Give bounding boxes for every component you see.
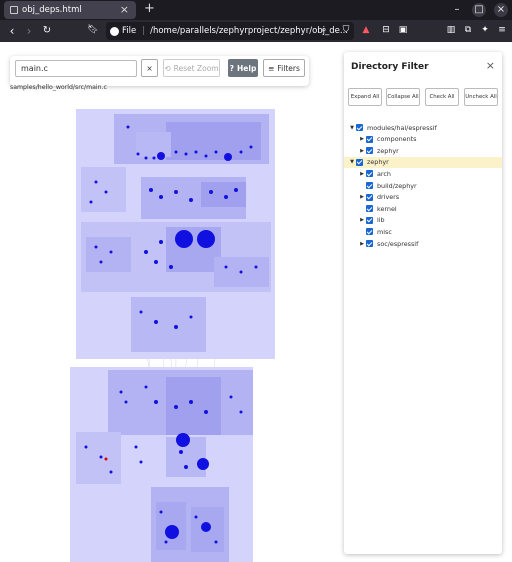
minimize-icon[interactable]: – [450, 3, 464, 17]
close-window-icon[interactable]: × [494, 3, 508, 17]
help-icon: ? [229, 63, 235, 73]
close-tab-icon[interactable]: × [120, 3, 129, 16]
maximize-icon[interactable]: □ [472, 3, 486, 17]
expand-arrow-icon[interactable]: ▶ [358, 148, 366, 154]
cluster-misc [131, 297, 206, 352]
shield-icon[interactable]: ⛉ [340, 25, 352, 35]
collapse-all-button[interactable]: Collapse All [386, 88, 420, 106]
panel-title: Directory Filter [351, 62, 429, 72]
sidebar-icon[interactable]: ▥ [445, 25, 457, 35]
tree-item[interactable]: ▶ drivers [344, 192, 502, 203]
cluster-lib [81, 167, 126, 212]
expand-arrow-icon[interactable]: ▶ [358, 194, 366, 200]
bookmark-icon[interactable]: 🔖︎ [87, 25, 99, 35]
reload-icon[interactable]: ↻ [40, 24, 54, 38]
close-panel-icon[interactable]: × [486, 59, 495, 72]
zoom-icon[interactable]: ⌕ [318, 25, 330, 35]
puzzle-icon[interactable]: ✦ [479, 25, 491, 35]
forward-icon[interactable]: › [22, 24, 36, 38]
tree-item-label: build/zephyr [377, 181, 417, 190]
tree-checkbox[interactable] [366, 147, 373, 155]
tree-item[interactable]: ▶ soc/espressif [344, 238, 502, 249]
tab-obj-deps[interactable]: obj_deps.html × [4, 1, 136, 19]
selected-file-path: samples/hello_world/src/main.c [10, 84, 107, 91]
tree-item-label: drivers [377, 193, 400, 202]
tree-item-label: kernel [377, 204, 397, 213]
tree-item[interactable]: ▶ arch [344, 168, 502, 179]
page-content: × ⟲ Reset Zoom ? Help ≡ Filters samples/… [0, 42, 512, 562]
uncheck-all-button[interactable]: Uncheck All [464, 88, 498, 106]
url-scheme: File [122, 26, 137, 36]
tab-strip: obj_deps.html × + – □ × [0, 0, 512, 20]
expand-arrow-icon[interactable]: ▶ [358, 171, 366, 177]
tree-item[interactable]: ▼ modules/hal/espressif [344, 122, 502, 133]
directory-filter-panel: Directory Filter × Expand All Collapse A… [344, 52, 502, 554]
tree-item-label: arch [377, 169, 391, 178]
expand-all-button[interactable]: Expand All [348, 88, 382, 106]
tree-item-label: components [377, 135, 417, 144]
tree-checkbox[interactable] [366, 182, 373, 189]
tree-checkbox[interactable] [366, 228, 373, 236]
tree-checkbox[interactable] [356, 158, 363, 166]
expand-arrow-icon[interactable]: ▶ [358, 241, 366, 247]
help-button[interactable]: ? Help [228, 59, 258, 77]
tree-item-label: lib [377, 216, 385, 225]
reset-zoom-button[interactable]: ⟲ Reset Zoom [163, 59, 220, 77]
cluster-drivers-serial [86, 237, 131, 272]
tree-checkbox[interactable] [366, 135, 373, 143]
tree-checkbox[interactable] [366, 205, 373, 213]
tree-item[interactable]: build/zephyr [344, 180, 502, 191]
address-bar[interactable]: File | /home/parallels/zephyrproject/zep… [106, 22, 354, 40]
navigation-toolbar: ‹ › ↻ 🔖︎ File | /home/parallels/zephyrpr… [0, 20, 512, 42]
tree-item[interactable]: ▶ zephyr [344, 145, 502, 156]
check-all-button[interactable]: Check All [425, 88, 459, 106]
tree-checkbox[interactable] [366, 216, 373, 224]
tree-item[interactable]: ▼ zephyr [344, 156, 502, 168]
file-icon [110, 26, 119, 36]
cluster-arch-inner [166, 122, 261, 160]
reset-icon: ⟲ [164, 63, 171, 73]
dependency-graph[interactable] [66, 102, 276, 562]
cluster-arch-common [136, 132, 171, 157]
tree-item-label: soc/espressif [377, 239, 419, 248]
menu-icon[interactable]: ≡ [496, 25, 508, 35]
extensions-icon[interactable]: ⧉ [462, 25, 474, 35]
tree-checkbox[interactable] [356, 124, 363, 131]
highlighted-node [104, 457, 108, 461]
tree-checkbox[interactable] [366, 170, 373, 178]
search-input[interactable] [15, 60, 137, 77]
graph-controls: × ⟲ Reset Zoom ? Help ≡ Filters [10, 56, 309, 86]
tree-checkbox[interactable] [366, 240, 373, 247]
tree-checkbox[interactable] [366, 193, 373, 201]
cluster-components-inner [166, 377, 221, 435]
tree-item[interactable]: misc [344, 226, 502, 237]
tree-item-label: zephyr [377, 146, 399, 155]
collapse-arrow-icon[interactable]: ▼ [348, 125, 356, 131]
wallet-icon[interactable]: ▣ [397, 25, 409, 35]
tree-item-label: zephyr [367, 158, 389, 167]
rewards-icon[interactable]: ▲ [360, 25, 372, 35]
filter-icon: ≡ [268, 63, 275, 73]
filters-button[interactable]: ≡ Filters [263, 59, 305, 77]
tree-item[interactable]: ▶ lib [344, 215, 502, 226]
tab-title: obj_deps.html [22, 5, 82, 15]
cluster-kernel-inner [201, 182, 246, 207]
back-icon[interactable]: ‹ [5, 24, 19, 38]
vpn-icon[interactable]: ⊟ [380, 25, 392, 35]
new-tab-icon[interactable]: + [144, 1, 155, 16]
tree-item-label: misc [377, 227, 392, 236]
expand-arrow-icon[interactable]: ▶ [358, 136, 366, 142]
clear-search-button[interactable]: × [141, 59, 158, 77]
tree-item[interactable]: ▶ components [344, 134, 502, 145]
tree-item[interactable]: kernel [344, 203, 502, 214]
page-icon [10, 6, 18, 14]
expand-arrow-icon[interactable]: ▶ [358, 217, 366, 223]
collapse-arrow-icon[interactable]: ▼ [348, 159, 356, 165]
cluster-hal-zephyr [76, 432, 121, 484]
tree-item-label: modules/hal/espressif [367, 123, 437, 132]
